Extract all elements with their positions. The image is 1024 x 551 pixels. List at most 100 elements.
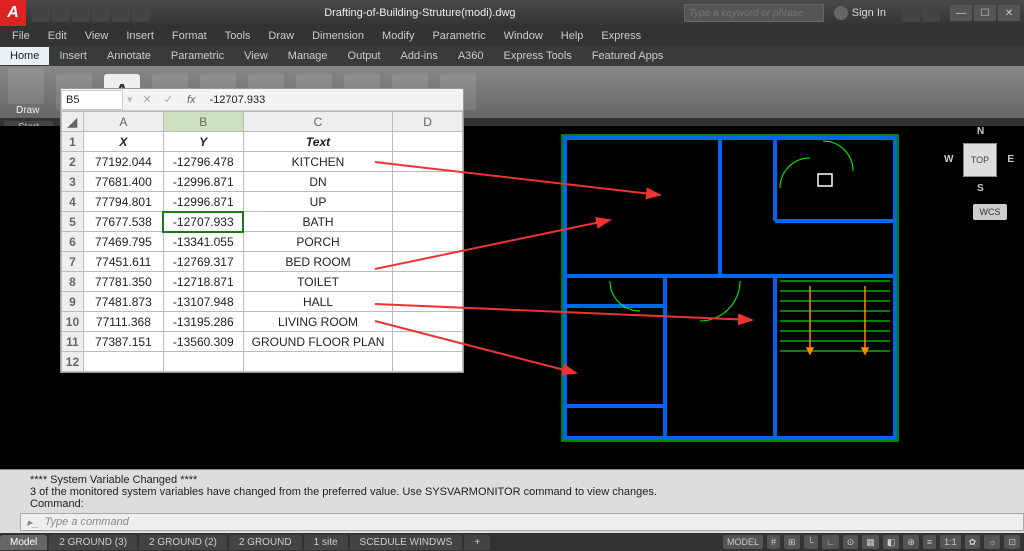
spreadsheet-table[interactable]: ◢ A B C D 1 X Y Text 277192.044-12796.47… — [61, 111, 463, 372]
cell-D7[interactable] — [393, 252, 463, 272]
cell-B5[interactable]: -12707.933 — [163, 212, 243, 232]
status-tool[interactable]: ⊕ — [903, 535, 919, 549]
select-all-cell[interactable]: ◢ — [62, 112, 84, 132]
formula-bar[interactable]: -12707.933 — [204, 94, 463, 106]
cell-D2[interactable] — [393, 152, 463, 172]
cell-D8[interactable] — [393, 272, 463, 292]
menu-insert[interactable]: Insert — [118, 28, 162, 44]
cell-A4[interactable]: 77794.801 — [83, 192, 163, 212]
cell-C5[interactable]: BATH — [243, 212, 393, 232]
ribbon-tab-a360[interactable]: A360 — [448, 47, 494, 65]
fx-cancel-icon[interactable]: ✕ — [137, 93, 158, 106]
qat-redo-icon[interactable] — [112, 4, 130, 22]
menu-format[interactable]: Format — [164, 28, 215, 44]
cell-B4[interactable]: -12996.871 — [163, 192, 243, 212]
cell-C2[interactable]: KITCHEN — [243, 152, 393, 172]
status-tool[interactable]: ✿ — [965, 535, 981, 549]
cell-B3[interactable]: -12996.871 — [163, 172, 243, 192]
line-tool-icon[interactable] — [8, 68, 44, 104]
cell-C11[interactable]: GROUND FLOOR PLAN — [243, 332, 393, 352]
status-tool[interactable]: └ — [804, 535, 818, 549]
cell-B9[interactable]: -13107.948 — [163, 292, 243, 312]
layout-tab[interactable]: 2 GROUND (2) — [139, 535, 227, 550]
col-D[interactable]: D — [393, 112, 463, 132]
header-x[interactable]: X — [83, 132, 163, 152]
cell-B10[interactable]: -13195.286 — [163, 312, 243, 332]
cell-B2[interactable]: -12796.478 — [163, 152, 243, 172]
cell-D10[interactable] — [393, 312, 463, 332]
cell-D9[interactable] — [393, 292, 463, 312]
close-button[interactable]: ✕ — [998, 5, 1020, 21]
minimize-button[interactable]: — — [950, 5, 972, 21]
app-logo[interactable]: A — [0, 0, 26, 26]
row-7[interactable]: 7 — [62, 252, 84, 272]
qat-open-icon[interactable] — [52, 4, 70, 22]
layout-tab[interactable]: + — [464, 535, 490, 550]
ribbon-tab-parametric[interactable]: Parametric — [161, 47, 234, 65]
cell-D6[interactable] — [393, 232, 463, 252]
row-11[interactable]: 11 — [62, 332, 84, 352]
status-tool[interactable]: # — [767, 535, 780, 549]
layout-tab[interactable]: 1 site — [304, 535, 348, 550]
ribbon-tab-manage[interactable]: Manage — [278, 47, 338, 65]
cell-C10[interactable]: LIVING ROOM — [243, 312, 393, 332]
viewcube-w[interactable]: W — [944, 154, 953, 165]
cell-A3[interactable]: 77681.400 — [83, 172, 163, 192]
status-tool[interactable]: ⊞ — [784, 535, 800, 549]
cell-B7[interactable]: -12769.317 — [163, 252, 243, 272]
status-tool[interactable]: ∟ — [822, 535, 839, 549]
col-C[interactable]: C — [243, 112, 393, 132]
maximize-button[interactable]: ☐ — [974, 5, 996, 21]
status-tool[interactable]: ⊡ — [1004, 535, 1020, 549]
ribbon-tab-output[interactable]: Output — [338, 47, 391, 65]
cell-C9[interactable]: HALL — [243, 292, 393, 312]
viewcube[interactable]: TOP N S E W — [950, 130, 1010, 190]
cell-D1[interactable] — [393, 132, 463, 152]
fx-accept-icon[interactable]: ✓ — [158, 93, 179, 106]
search-input[interactable] — [684, 4, 824, 22]
cell-A6[interactable]: 77469.795 — [83, 232, 163, 252]
row-1[interactable]: 1 — [62, 132, 84, 152]
viewcube-s[interactable]: S — [977, 183, 984, 194]
menu-parametric[interactable]: Parametric — [424, 28, 493, 44]
qat-undo-icon[interactable] — [92, 4, 110, 22]
cell-D5[interactable] — [393, 212, 463, 232]
row-5[interactable]: 5 — [62, 212, 84, 232]
cell-A7[interactable]: 77451.611 — [83, 252, 163, 272]
col-B[interactable]: B — [163, 112, 243, 132]
menu-modify[interactable]: Modify — [374, 28, 422, 44]
wcs-label[interactable]: WCS — [973, 204, 1007, 220]
menu-view[interactable]: View — [77, 28, 117, 44]
row-4[interactable]: 4 — [62, 192, 84, 212]
cell-C3[interactable]: DN — [243, 172, 393, 192]
header-text[interactable]: Text — [243, 132, 393, 152]
viewcube-e[interactable]: E — [1007, 154, 1014, 165]
row-10[interactable]: 10 — [62, 312, 84, 332]
qat-print-icon[interactable] — [132, 4, 150, 22]
cell-A2[interactable]: 77192.044 — [83, 152, 163, 172]
ribbon-tab-featured-apps[interactable]: Featured Apps — [582, 47, 674, 65]
menu-edit[interactable]: Edit — [40, 28, 75, 44]
cell-C4[interactable]: UP — [243, 192, 393, 212]
row-6[interactable]: 6 — [62, 232, 84, 252]
ribbon-tab-insert[interactable]: Insert — [49, 47, 97, 65]
menu-file[interactable]: File — [4, 28, 38, 44]
signin-button[interactable]: Sign In — [824, 6, 896, 20]
cell-A8[interactable]: 77781.350 — [83, 272, 163, 292]
cell-C7[interactable]: BED ROOM — [243, 252, 393, 272]
cell-C8[interactable]: TOILET — [243, 272, 393, 292]
menu-tools[interactable]: Tools — [217, 28, 259, 44]
cell-A10[interactable]: 77111.368 — [83, 312, 163, 332]
cell-D3[interactable] — [393, 172, 463, 192]
status-tool[interactable]: ◧ — [883, 535, 900, 549]
row-2[interactable]: 2 — [62, 152, 84, 172]
status-tool[interactable]: ▦ — [862, 535, 879, 549]
menu-help[interactable]: Help — [553, 28, 592, 44]
menu-dimension[interactable]: Dimension — [304, 28, 372, 44]
row-9[interactable]: 9 — [62, 292, 84, 312]
menu-window[interactable]: Window — [496, 28, 551, 44]
menu-draw[interactable]: Draw — [260, 28, 302, 44]
status-tool[interactable]: 1:1 — [940, 535, 961, 549]
qat-new-icon[interactable] — [32, 4, 50, 22]
ribbon-tab-annotate[interactable]: Annotate — [97, 47, 161, 65]
